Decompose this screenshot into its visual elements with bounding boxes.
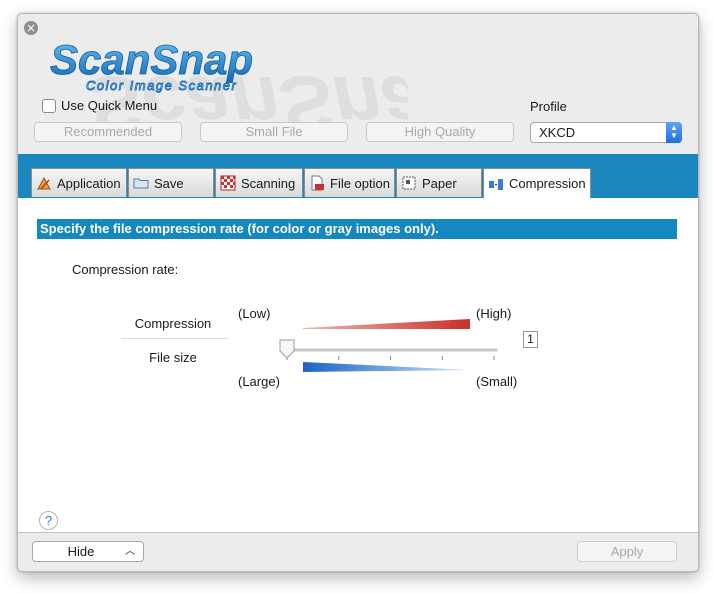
tab-label: File option (330, 175, 390, 191)
row-divider (121, 338, 228, 339)
file-size-gradient-bar (303, 362, 470, 372)
tab-save[interactable]: Save (128, 168, 214, 197)
high-quality-button[interactable]: High Quality (366, 122, 514, 142)
logo-text: ScanSnap (50, 36, 253, 83)
scanning-icon (220, 175, 236, 191)
tab-application[interactable]: Application (31, 168, 127, 197)
compression-banner: Specify the file compression rate (for c… (37, 219, 677, 239)
checkbox-box[interactable] (42, 98, 56, 113)
profile-select[interactable]: XKCD ▲ ▼ (530, 122, 682, 143)
tab-label: Paper (422, 175, 457, 191)
chevron-up-icon: ︿ (125, 546, 135, 557)
profile-label: Profile (530, 99, 567, 114)
low-label: (Low) (238, 306, 271, 321)
tab-paper[interactable]: Paper (396, 168, 482, 197)
scansnap-settings-window: × ScanSnap ScanSnap Color Image Scanner … (17, 13, 699, 572)
bottom-bar: Hide ︿ Apply (18, 532, 698, 571)
hide-label: Hide (67, 544, 95, 559)
tab-label: Application (57, 175, 121, 191)
tab-bar: Application Save Scanning File option Pa… (18, 154, 698, 198)
application-icon (37, 176, 51, 190)
compression-slider[interactable] (273, 316, 503, 386)
use-quick-menu-checkbox[interactable]: Use Quick Menu (42, 98, 157, 113)
apply-button[interactable]: Apply (577, 541, 677, 562)
logo-subtitle: Color Image Scanner (86, 78, 237, 93)
help-icon[interactable]: ? (39, 511, 58, 530)
tab-label: Save (154, 175, 184, 191)
hide-button[interactable]: Hide ︿ (32, 541, 144, 562)
profile-value: XKCD (539, 125, 576, 140)
tab-label: Scanning (241, 175, 296, 191)
tab-label: Compression (509, 176, 586, 191)
tab-file-option[interactable]: File option (304, 168, 395, 197)
slider-thumb[interactable] (279, 339, 295, 359)
compression-rate-label: Compression rate: (72, 262, 179, 277)
compression-panel: Specify the file compression rate (for c… (18, 198, 698, 532)
compression-icon (489, 178, 503, 190)
compression-value-box: 1 (523, 331, 538, 348)
paper-icon (402, 176, 416, 190)
folder-icon (133, 178, 149, 189)
compression-gradient-bar (303, 319, 470, 329)
close-icon[interactable]: × (24, 21, 38, 35)
use-quick-menu-label: Use Quick Menu (61, 98, 158, 113)
recommended-button[interactable]: Recommended (34, 122, 182, 142)
file-size-row-label: File size (149, 350, 197, 365)
small-file-button[interactable]: Small File (200, 122, 348, 142)
compression-row-label: Compression (134, 316, 212, 331)
tab-compression[interactable]: Compression (483, 168, 591, 198)
tab-scanning[interactable]: Scanning (215, 168, 303, 197)
slider-ticks (286, 356, 495, 360)
file-option-icon (311, 175, 324, 191)
select-arrows-icon[interactable]: ▲ ▼ (666, 122, 682, 143)
